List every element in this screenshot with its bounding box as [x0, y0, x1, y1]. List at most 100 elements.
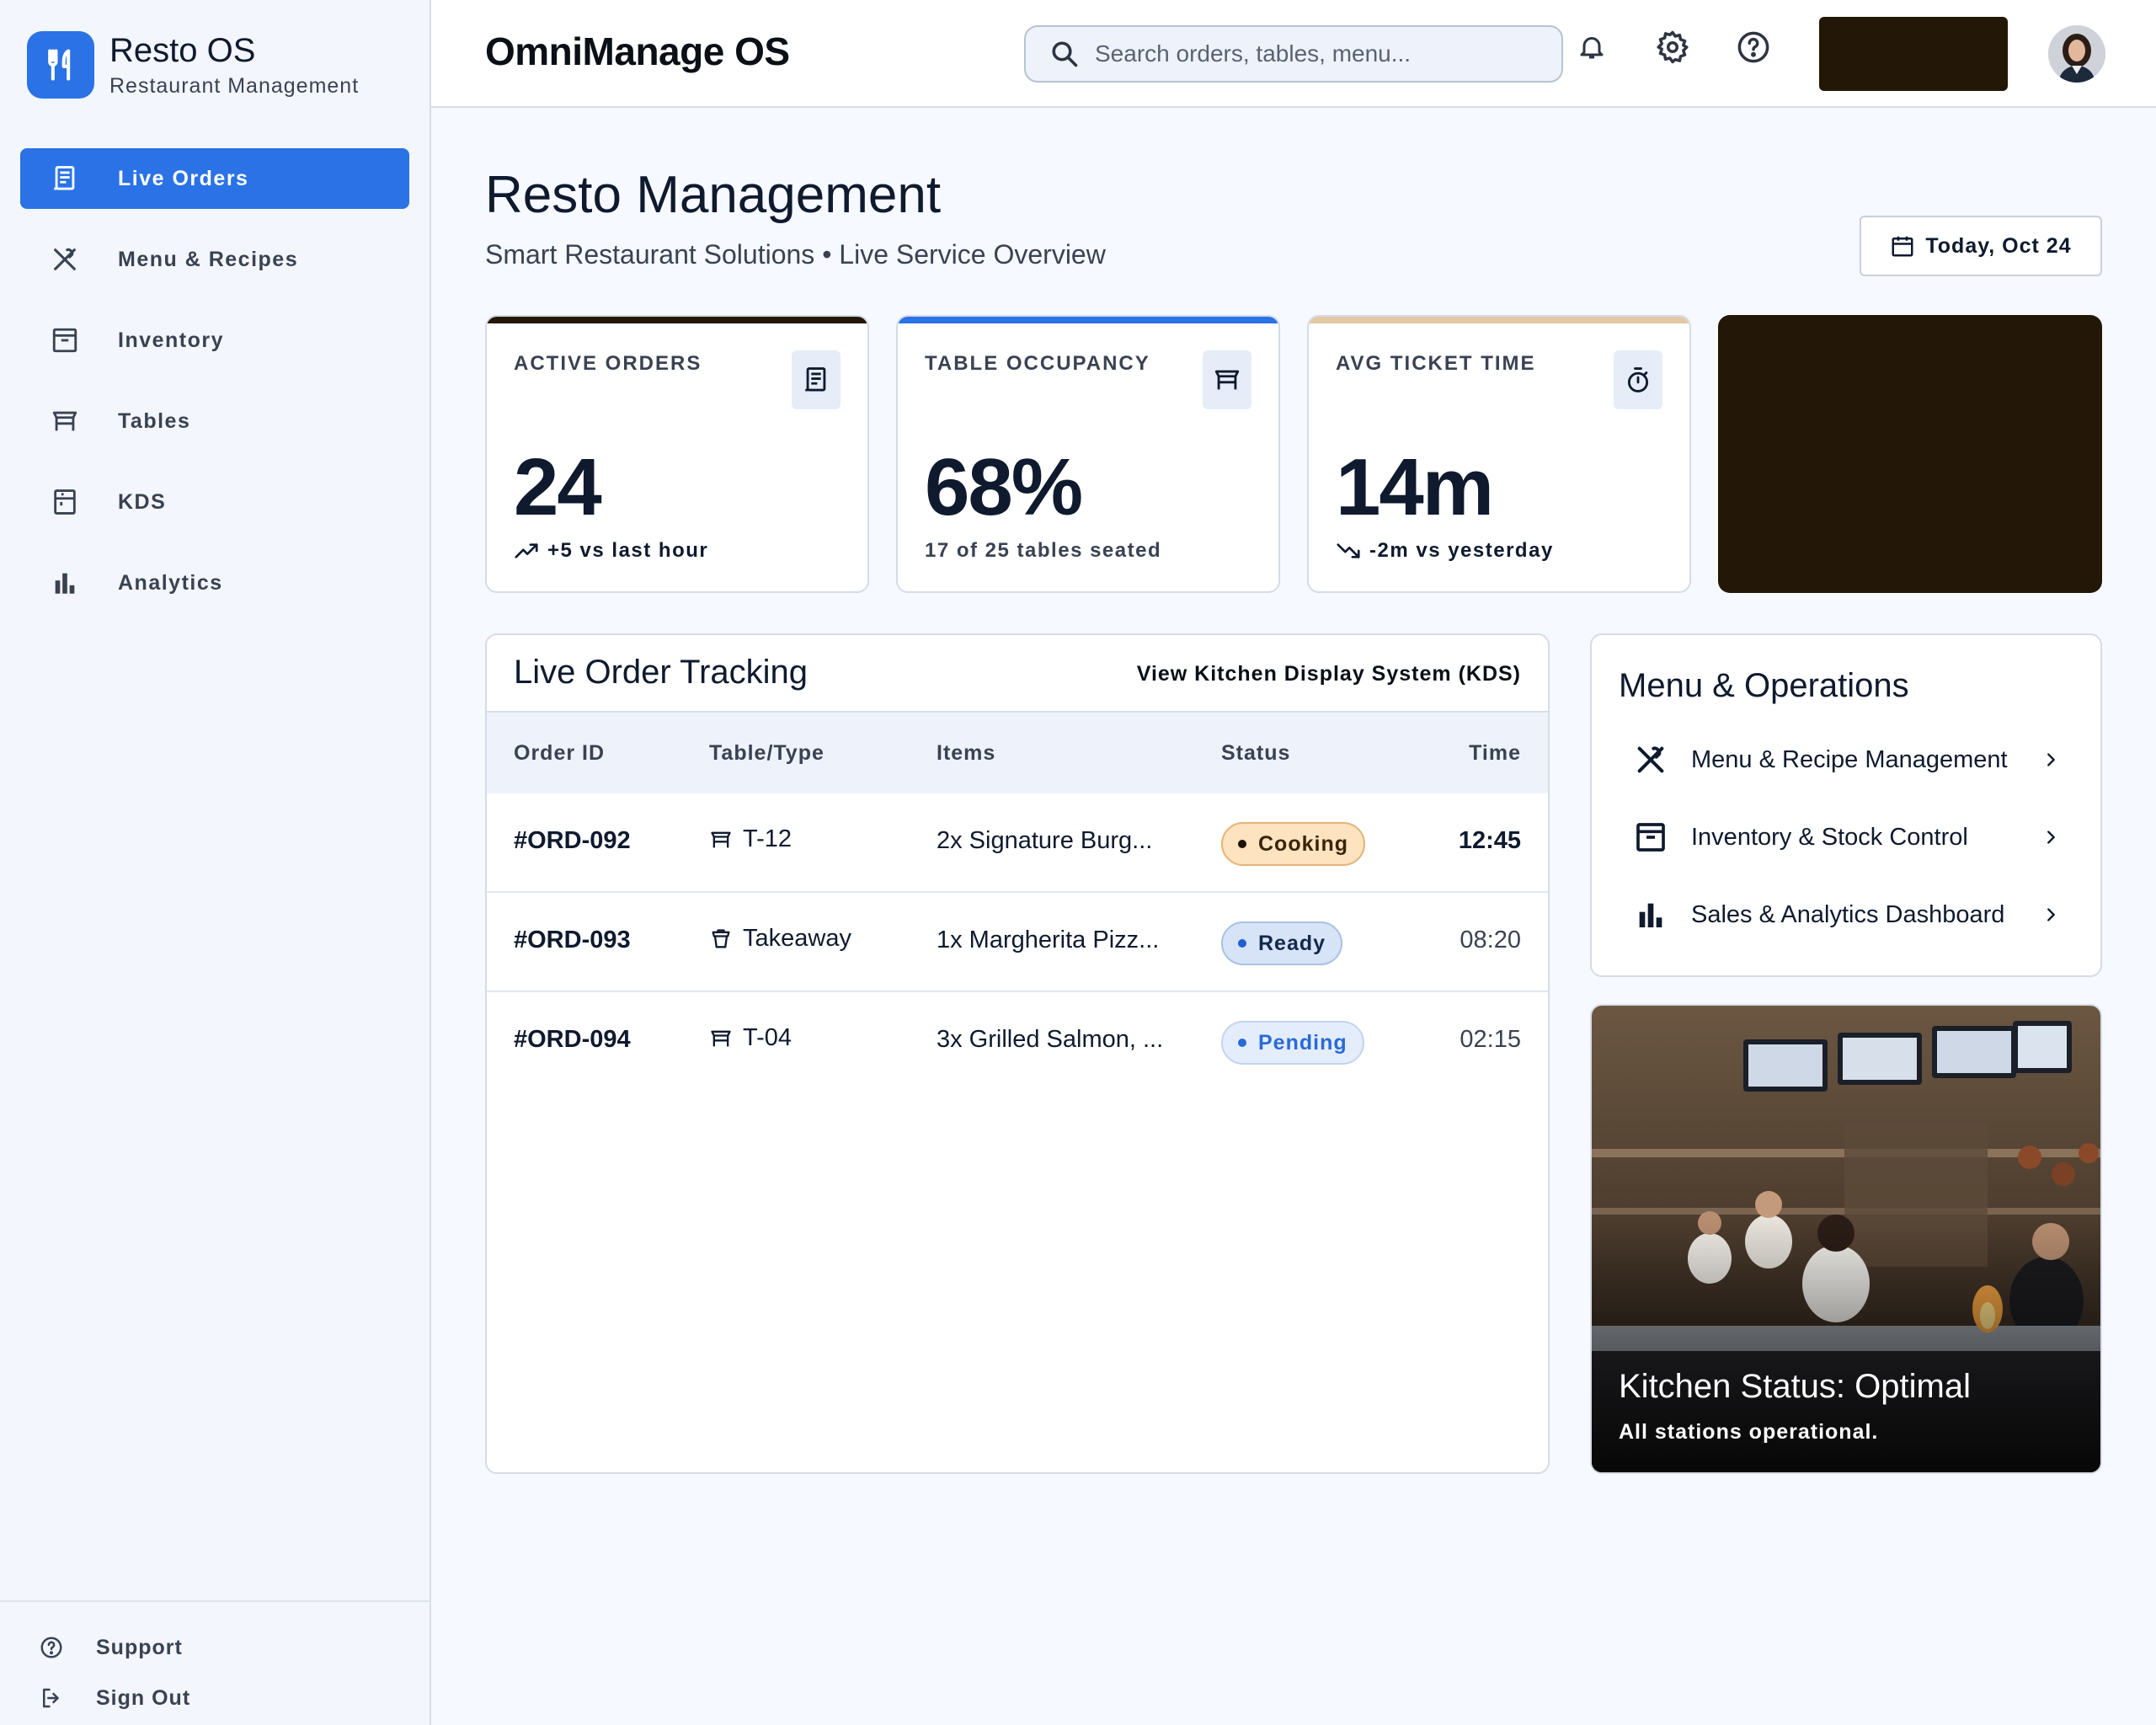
ops-item-label: Inventory & Stock Control [1691, 823, 1968, 851]
sidebar-footer: Support Sign Out [0, 1600, 430, 1725]
stat-value: 68% [925, 442, 1083, 532]
status-dot [1238, 1039, 1246, 1047]
sidebar-item-label: Tables [118, 409, 191, 433]
ops-item-label: Sales & Analytics Dashboard [1691, 900, 2005, 928]
table-row[interactable]: #ORD-093 Takeaway 1x Margherita Pizz... … [487, 893, 1548, 992]
order-time: 12:45 [1458, 827, 1521, 854]
order-items: 2x Signature Burg... [937, 827, 1153, 854]
sidebar-item-menu-recipes[interactable]: Menu & Recipes [20, 229, 409, 290]
stat-value: 14m [1336, 442, 1494, 532]
order-table: T-12 [709, 825, 792, 853]
ops-item-inventory-stock[interactable]: Inventory & Stock Control [1634, 812, 2072, 862]
stat-accent-bar [1309, 317, 1689, 323]
page-title: Resto Management [485, 166, 942, 224]
stat-card-active-orders: ACTIVE ORDERS 24 +5 vs last hour [485, 315, 869, 593]
orders-title: Live Order Tracking [514, 654, 808, 691]
sidebar-item-inventory[interactable]: Inventory [20, 310, 409, 371]
search-bar[interactable] [1024, 25, 1563, 83]
date-picker-button[interactable]: Today, Oct 24 [1860, 216, 2102, 276]
search-icon [1049, 39, 1080, 69]
support-link[interactable]: Support [39, 1622, 430, 1673]
stat-note-text: -2m vs yesterday [1369, 539, 1554, 562]
order-table-label: Takeaway [743, 925, 851, 952]
order-id: #ORD-092 [514, 827, 631, 854]
status-dot [1238, 840, 1246, 848]
search-input[interactable] [1095, 40, 1550, 67]
table-row[interactable]: #ORD-092 T-12 2x Signature Burg... Cooki… [487, 793, 1548, 893]
stopwatch-icon [1614, 350, 1662, 409]
view-kds-link[interactable]: View Kitchen Display System (KDS) [1137, 662, 1521, 686]
support-label: Support [96, 1635, 183, 1659]
top-header: OmniManage OS [431, 0, 2156, 108]
sidebar-item-label: Inventory [118, 328, 225, 352]
order-time: 08:20 [1460, 927, 1521, 953]
calendar-icon [1890, 233, 1915, 259]
stat-caption: AVG TICKET TIME [1336, 352, 1536, 375]
order-table: T-04 [709, 1024, 792, 1052]
table-row[interactable]: #ORD-094 T-04 3x Grilled Salmon, ... Pen… [487, 992, 1548, 1092]
kitchen-status-card[interactable]: Kitchen Status: Optimal All stations ope… [1590, 1004, 2102, 1474]
sidebar-item-tables[interactable]: Tables [20, 391, 409, 451]
avatar[interactable] [2048, 25, 2105, 83]
stat-value: 24 [514, 442, 602, 532]
sidebar-nav: Live Orders Menu & Recipes Inventory Tab… [20, 148, 409, 633]
sidebar-item-analytics[interactable]: Analytics [20, 553, 409, 613]
stat-card-table-occupancy: TABLE OCCUPANCY 68% 17 of 25 tables seat… [896, 315, 1280, 593]
column-header: Items [937, 741, 996, 765]
sidebar-item-label: KDS [118, 489, 167, 514]
column-header: Order ID [514, 741, 606, 765]
status-badge: Ready [1221, 921, 1343, 965]
ops-item-label: Menu & Recipe Management [1691, 745, 2008, 773]
sign-out-link[interactable]: Sign Out [39, 1673, 430, 1723]
sidebar-item-label: Menu & Recipes [118, 247, 299, 271]
bar-chart-icon [1634, 898, 1668, 932]
stat-note-text: 17 of 25 tables seated [925, 539, 1162, 562]
stat-note-text: +5 vs last hour [547, 539, 709, 562]
order-table-label: T-12 [743, 825, 792, 852]
order-items: 1x Margherita Pizz... [937, 927, 1160, 953]
stat-note: 17 of 25 tables seated [925, 539, 1161, 563]
promo-dark-card[interactable] [1718, 315, 2102, 593]
brand-subtitle: Restaurant Management [109, 74, 360, 98]
sidebar-item-kds[interactable]: KDS [20, 472, 409, 532]
date-label: Today, Oct 24 [1925, 233, 2072, 258]
sidebar-item-live-orders[interactable]: Live Orders [20, 148, 409, 209]
ops-item-menu-recipe[interactable]: Menu & Recipe Management [1634, 734, 2072, 785]
app-title: OmniManage OS [485, 29, 790, 73]
table-icon [709, 1027, 733, 1050]
orders-table-header: Order ID Table/Type Items Status Time [487, 713, 1548, 793]
utensils-crossed-icon [49, 243, 81, 275]
settings-gear-icon[interactable] [1654, 29, 1691, 66]
column-header: Table/Type [709, 741, 825, 765]
trending-up-icon [514, 542, 547, 560]
trending-down-icon [1336, 542, 1369, 560]
column-header: Time [1469, 741, 1521, 765]
stat-caption: TABLE OCCUPANCY [925, 352, 1150, 375]
stat-note: -2m vs yesterday [1336, 539, 1554, 563]
archive-box-icon [1634, 820, 1668, 854]
column-header: Status [1221, 741, 1291, 765]
logout-icon [39, 1685, 64, 1711]
brand-title: Resto OS [109, 32, 256, 69]
brand: Resto OS Restaurant Management [27, 30, 359, 99]
notifications-bell-icon[interactable] [1573, 29, 1610, 66]
archive-box-icon [49, 324, 81, 356]
page-subtitle: Smart Restaurant Solutions • Live Servic… [485, 239, 1106, 270]
stat-accent-bar [487, 317, 867, 323]
kitchen-status-title: Kitchen Status: Optimal [1619, 1368, 1971, 1405]
stat-card-avg-ticket-time: AVG TICKET TIME 14m -2m vs yesterday [1307, 315, 1691, 593]
orders-panel-header: Live Order Tracking View Kitchen Display… [487, 635, 1548, 713]
sign-out-label: Sign Out [96, 1685, 191, 1710]
receipt-icon [792, 350, 841, 409]
kitchen-status-subtitle: All stations operational. [1619, 1420, 1879, 1444]
help-circle-icon[interactable] [1735, 29, 1772, 66]
order-items: 3x Grilled Salmon, ... [937, 1026, 1164, 1053]
order-id: #ORD-094 [514, 1026, 631, 1053]
status-label: Pending [1258, 1030, 1348, 1055]
status-dot [1238, 939, 1246, 948]
help-circle-icon [39, 1635, 64, 1660]
chevron-right-icon [2041, 827, 2060, 847]
header-action-block[interactable] [1819, 17, 2008, 91]
chevron-right-icon [2041, 750, 2060, 770]
ops-item-sales-analytics[interactable]: Sales & Analytics Dashboard [1634, 889, 2072, 940]
